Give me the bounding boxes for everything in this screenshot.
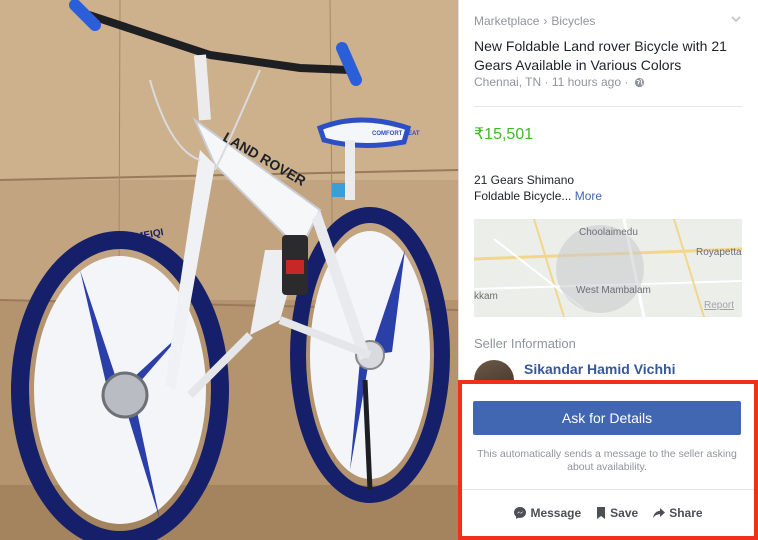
contact-seller-box: Ask for Details This automatically sends… bbox=[458, 380, 758, 540]
listing-description: 21 Gears Shimano Foldable Bicycle... Mor… bbox=[474, 172, 602, 204]
location-map[interactable]: Choolaimedu Royapetta kkam West Mambalam… bbox=[474, 219, 742, 317]
share-arrow-icon bbox=[653, 508, 666, 518]
product-photo[interactable]: LAND ROVER MEIQI COMFORT SEAT bbox=[0, 0, 458, 540]
share-label: Share bbox=[669, 506, 703, 520]
seller-name-link[interactable]: Sikandar Hamid Vichhi bbox=[524, 361, 675, 377]
map-label-royapetta: Royapetta bbox=[696, 247, 742, 258]
ask-for-details-note: This automatically sends a message to th… bbox=[477, 448, 737, 473]
map-label-kkam: kkam bbox=[474, 291, 498, 302]
bookmark-icon bbox=[597, 507, 606, 519]
listing-location[interactable]: Chennai, TN bbox=[474, 75, 541, 89]
save-label: Save bbox=[610, 506, 639, 520]
message-label: Message bbox=[530, 506, 582, 520]
save-button[interactable]: Save bbox=[595, 506, 638, 520]
listing-meta: Chennai, TN · 11 hours ago · bbox=[474, 75, 645, 89]
action-bar: Message Save Share bbox=[462, 506, 754, 520]
saddle-brand-text: COMFORT SEAT bbox=[372, 131, 420, 137]
description-line-1: 21 Gears Shimano bbox=[474, 173, 575, 187]
seller-info-heading: Seller Information bbox=[474, 336, 576, 351]
globe-icon bbox=[634, 77, 644, 88]
more-link[interactable]: More bbox=[575, 189, 602, 203]
breadcrumb-separator: › bbox=[543, 14, 548, 28]
map-label-choolaimedu: Choolaimedu bbox=[579, 227, 638, 238]
listing-title: New Foldable Land rover Bicycle with 21 … bbox=[474, 38, 727, 73]
divider bbox=[462, 489, 754, 490]
map-label-west-mambalam: West Mambalam bbox=[576, 285, 651, 296]
messenger-icon bbox=[514, 507, 527, 519]
listing-time: 11 hours ago bbox=[551, 75, 621, 89]
breadcrumb: Marketplace › Bicycles bbox=[474, 14, 595, 28]
description-line-2: Foldable Bicycle... bbox=[474, 189, 572, 203]
message-button[interactable]: Message bbox=[513, 506, 581, 520]
map-report-link[interactable]: Report bbox=[704, 300, 734, 311]
ask-for-details-button[interactable]: Ask for Details bbox=[473, 401, 741, 435]
listing-price: ₹15,501 bbox=[474, 126, 534, 143]
divider bbox=[474, 106, 742, 107]
chevron-down-icon[interactable] bbox=[729, 12, 743, 26]
breadcrumb-marketplace[interactable]: Marketplace bbox=[474, 14, 539, 28]
share-button[interactable]: Share bbox=[652, 506, 703, 520]
breadcrumb-bicycles[interactable]: Bicycles bbox=[551, 14, 595, 28]
